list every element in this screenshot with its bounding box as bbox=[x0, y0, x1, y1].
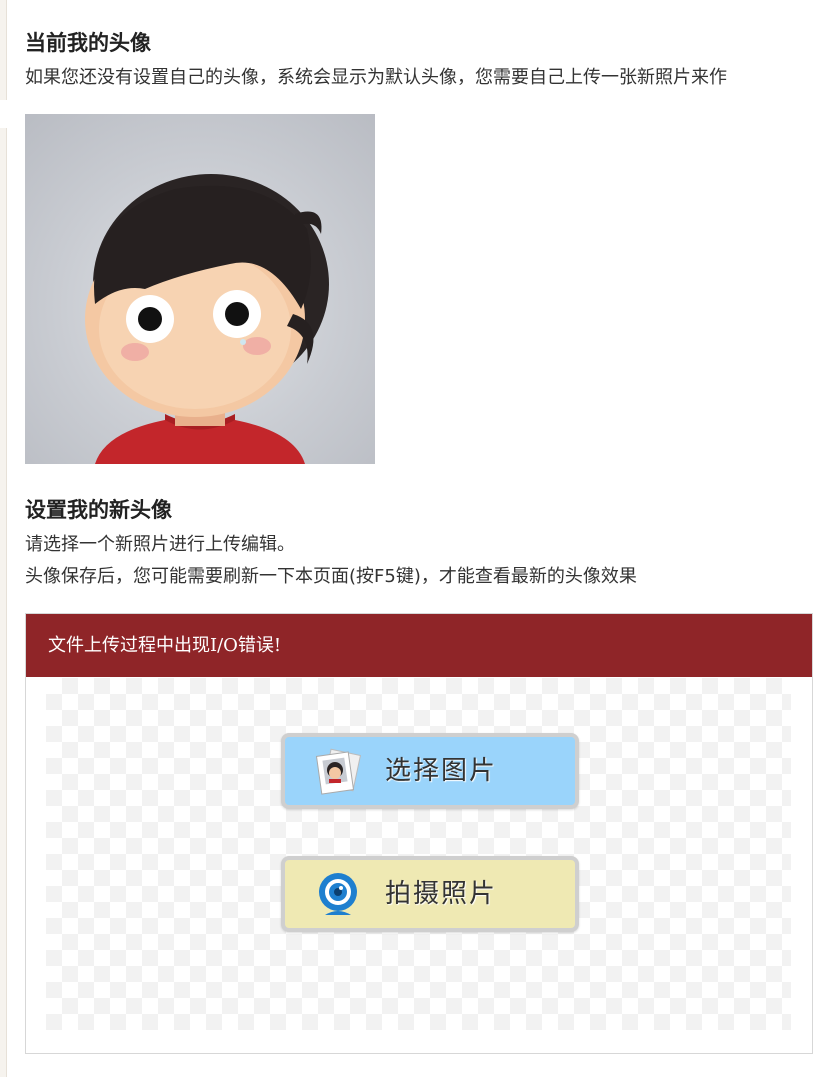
new-avatar-instruction: 请选择一个新照片进行上传编辑。 bbox=[25, 534, 295, 555]
current-avatar-image bbox=[25, 114, 375, 464]
current-avatar-description: 如果您还没有设置自己的头像，系统会显示为默认头像，您需要自己上传一张新照片来作 bbox=[25, 67, 727, 88]
upload-error-banner: 文件上传过程中出现I/O错误! bbox=[26, 614, 812, 677]
current-avatar-title: 当前我的头像 bbox=[25, 31, 151, 55]
upload-canvas: 选择图片 拍摄照片 bbox=[46, 678, 791, 1030]
take-photo-button[interactable]: 拍摄照片 bbox=[281, 856, 579, 932]
webcam-icon bbox=[313, 871, 363, 919]
page-left-edge bbox=[0, 128, 7, 1077]
avatar-uploader: 文件上传过程中出现I/O错误! 选择图片 拍摄照片 bbox=[25, 613, 813, 1054]
page-left-edge-top bbox=[0, 0, 7, 100]
take-photo-label: 拍摄照片 bbox=[385, 879, 498, 909]
select-image-button[interactable]: 选择图片 bbox=[281, 733, 579, 809]
new-avatar-title: 设置我的新头像 bbox=[25, 498, 172, 522]
photo-stack-icon bbox=[313, 748, 363, 796]
select-image-label: 选择图片 bbox=[385, 756, 498, 786]
default-avatar-illustration bbox=[85, 174, 329, 464]
new-avatar-refresh-note: 头像保存后，您可能需要刷新一下本页面(按F5键)，才能查看最新的头像效果 bbox=[25, 566, 637, 587]
